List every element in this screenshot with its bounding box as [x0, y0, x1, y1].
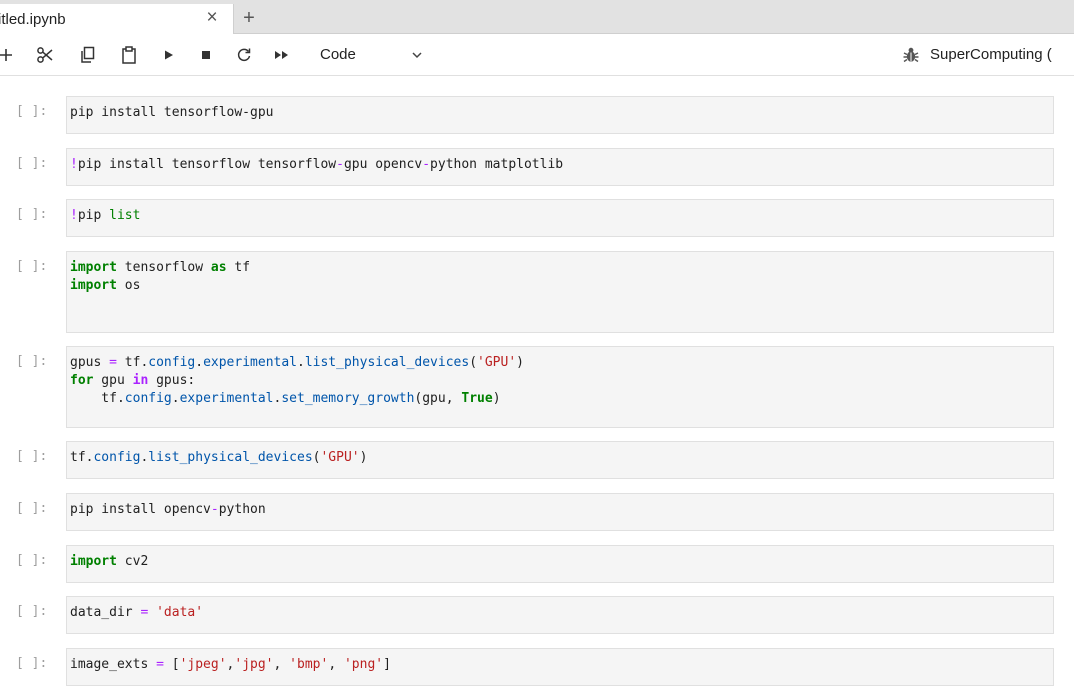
cell-editor[interactable]: pip install opencv-python — [66, 493, 1054, 531]
chevron-down-icon — [412, 52, 422, 59]
kernel-name[interactable]: SuperComputing ( — [930, 44, 1052, 66]
cell-editor[interactable]: !pip list — [66, 199, 1054, 237]
close-icon[interactable]: × — [202, 8, 222, 28]
cell-editor[interactable]: pip install tensorflow-gpu — [66, 96, 1054, 134]
paste-button[interactable] — [117, 44, 141, 66]
cell-prompt: [ ]: — [16, 259, 48, 274]
cell-code: tf.config.list_physical_devices('GPU') — [70, 450, 368, 465]
cut-button[interactable] — [33, 44, 57, 66]
stop-icon — [202, 51, 210, 59]
copy-button[interactable] — [76, 44, 100, 66]
tab-bar: itled.ipynb × + — [0, 0, 1074, 34]
fast-forward-icon — [275, 51, 288, 59]
cell-code: import cv2 — [70, 554, 149, 569]
cell-prompt: [ ]: — [16, 449, 48, 464]
notebook-tab[interactable]: itled.ipynb × — [0, 4, 234, 34]
cell-prompt: [ ]: — [16, 604, 48, 619]
code-cell[interactable]: [ ]: import cv2 — [0, 545, 1074, 583]
cell-prompt: [ ]: — [16, 104, 48, 119]
cell-type-value: Code — [320, 46, 356, 63]
cell-editor[interactable]: !pip install tensorflow tensorflow-gpu o… — [66, 148, 1054, 186]
code-cell[interactable]: [ ]: pip install tensorflow-gpu — [0, 96, 1074, 134]
code-cell[interactable]: [ ]: tf.config.list_physical_devices('GPU… — [0, 441, 1074, 479]
cell-code: import tensorflow as tf import os — [70, 260, 251, 293]
clipboard-icon — [122, 46, 136, 64]
cell-code: !pip install tensorflow tensorflow-gpu o… — [70, 157, 564, 172]
notebook-toolbar: Code SuperComputing ( — [0, 34, 1074, 76]
cell-editor[interactable]: tf.config.list_physical_devices('GPU') — [66, 441, 1054, 479]
code-cell[interactable]: [ ]: import tensorflow as tf import os — [0, 251, 1074, 333]
cell-code: image_exts = ['jpeg','jpg', 'bmp', 'png'… — [70, 657, 391, 672]
cell-editor[interactable]: gpus = tf.config.experimental.list_physi… — [66, 346, 1054, 428]
code-cell[interactable]: [ ]: gpus = tf.config.experimental.list_p… — [0, 346, 1074, 428]
code-cell[interactable]: [ ]: image_exts = ['jpeg','jpg', 'bmp', '… — [0, 648, 1074, 686]
cell-prompt: [ ]: — [16, 156, 48, 171]
interrupt-button[interactable] — [194, 44, 218, 66]
cell-code: !pip list — [70, 208, 141, 223]
code-cell[interactable]: [ ]: !pip install tensorflow tensorflow-g… — [0, 148, 1074, 186]
code-cell[interactable]: [ ]: !pip list — [0, 199, 1074, 237]
cell-editor[interactable]: image_exts = ['jpeg','jpg', 'bmp', 'png'… — [66, 648, 1054, 686]
cell-type-dropdown[interactable]: Code — [314, 44, 436, 66]
cell-prompt: [ ]: — [16, 656, 48, 671]
new-tab-button[interactable]: + — [238, 8, 260, 30]
refresh-icon — [237, 48, 251, 62]
code-cell[interactable]: [ ]: data_dir = 'data' — [0, 596, 1074, 634]
cell-editor[interactable]: data_dir = 'data' — [66, 596, 1054, 634]
cell-code: data_dir = 'data' — [70, 605, 204, 620]
bug-icon[interactable] — [902, 46, 920, 64]
restart-run-all-button[interactable] — [270, 44, 294, 66]
restart-button[interactable] — [232, 44, 256, 66]
cell-editor[interactable]: import cv2 — [66, 545, 1054, 583]
cell-code: pip install tensorflow-gpu — [70, 105, 274, 120]
copy-icon — [81, 46, 95, 63]
cell-prompt: [ ]: — [16, 354, 48, 369]
cell-prompt: [ ]: — [16, 501, 48, 516]
cell-prompt: [ ]: — [16, 553, 48, 568]
run-button[interactable] — [157, 44, 181, 66]
code-cell[interactable]: [ ]: pip install opencv-python — [0, 493, 1074, 531]
add-cell-button[interactable] — [0, 44, 18, 66]
cell-code: gpus = tf.config.experimental.list_physi… — [70, 355, 524, 406]
scissors-icon — [37, 47, 53, 63]
cell-code: pip install opencv-python — [70, 502, 266, 517]
play-icon — [165, 50, 173, 60]
tab-title: itled.ipynb — [0, 11, 66, 28]
plus-icon — [0, 49, 12, 61]
cell-prompt: [ ]: — [16, 207, 48, 222]
cell-editor[interactable]: import tensorflow as tf import os — [66, 251, 1054, 333]
